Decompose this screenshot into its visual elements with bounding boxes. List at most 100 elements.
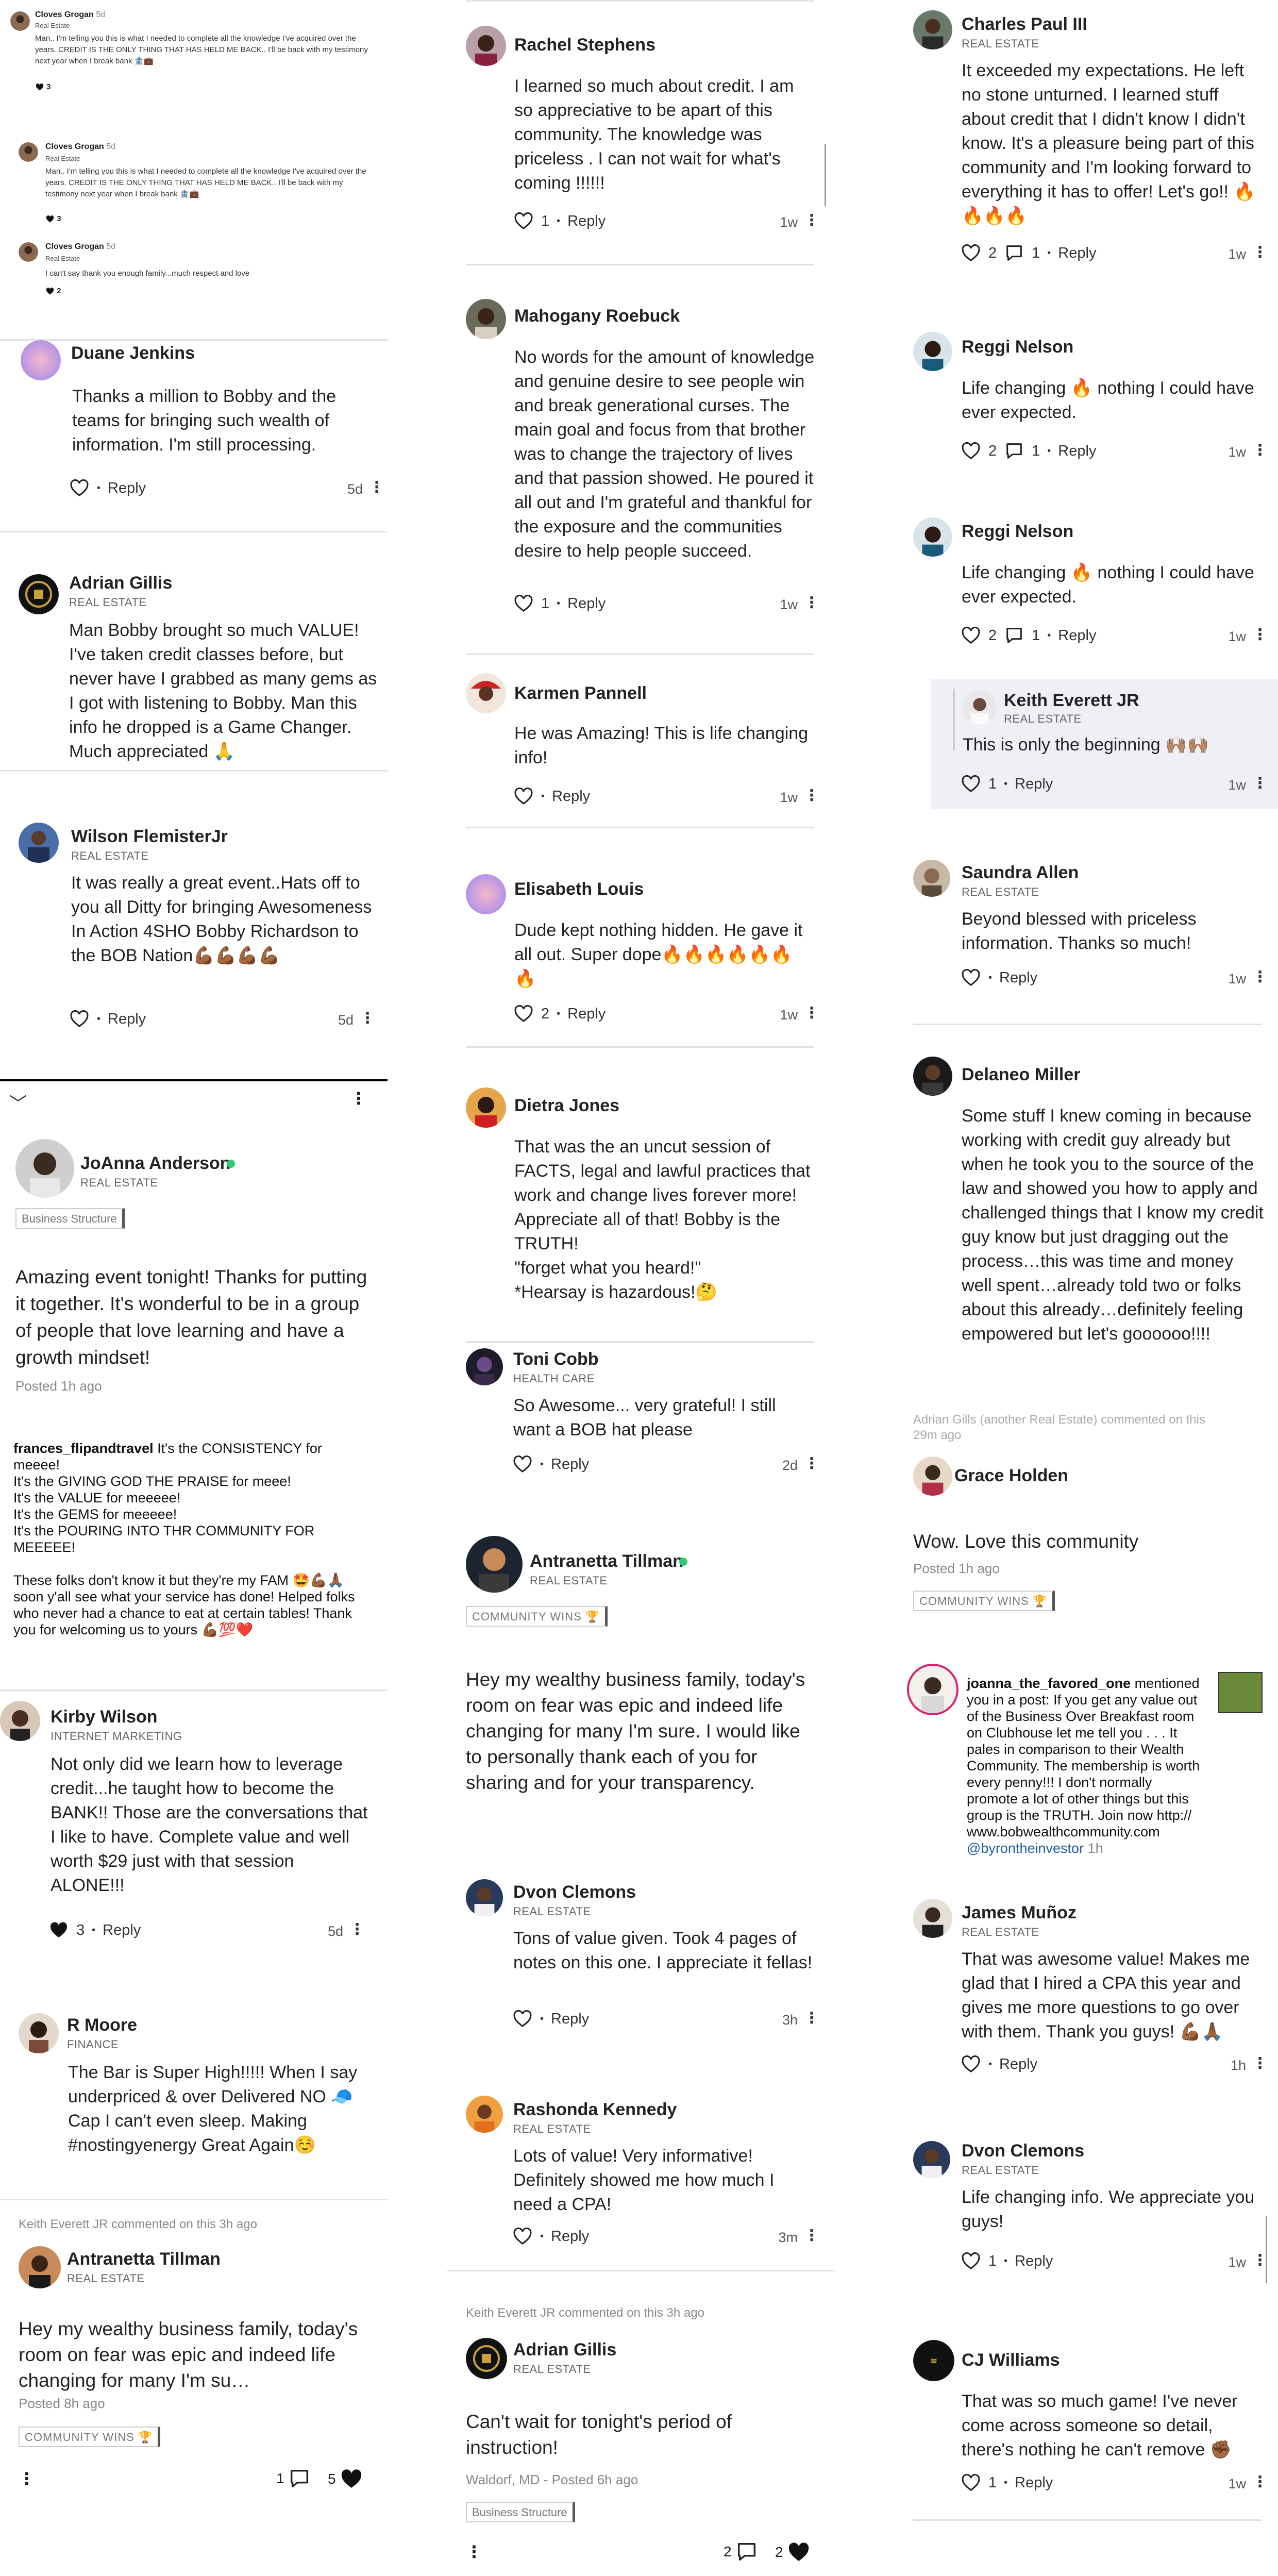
comment-count[interactable]: 1 [276, 2467, 311, 2490]
avatar[interactable]: ≋ [913, 2340, 954, 2381]
commenter-name[interactable]: Rashonda Kennedy [513, 2100, 677, 2120]
author-name[interactable]: Antranetta Tillman [530, 1551, 683, 1571]
heart-filled-icon[interactable] [339, 2467, 364, 2491]
topic-tag[interactable]: COMMUNITY WINS 🏆 [19, 2427, 161, 2447]
reply-button[interactable]: Reply [551, 2228, 589, 2245]
heart-outline-icon[interactable] [961, 625, 981, 646]
avatar[interactable] [466, 26, 506, 66]
kebab-icon[interactable]: ⋮ [1252, 967, 1268, 988]
scrollbar[interactable] [1266, 2216, 1267, 2283]
scrollbar[interactable] [825, 144, 826, 206]
kebab-icon[interactable]: ⋮ [360, 1008, 375, 1029]
reply-button[interactable]: Reply [567, 213, 606, 230]
post-thumbnail[interactable] [1218, 1672, 1263, 1713]
avatar[interactable] [21, 340, 61, 380]
avatar[interactable] [913, 2141, 950, 2178]
commenter-name[interactable]: Dvon Clemons [513, 1882, 636, 1902]
commenter-name[interactable]: Duane Jenkins [71, 343, 195, 363]
kebab-icon[interactable]: ⋮ [804, 1003, 819, 1024]
heart-outline-icon[interactable] [961, 243, 981, 263]
commenter-name[interactable]: Keith Everett JR [1004, 691, 1139, 711]
commenter-name[interactable]: Dvon Clemons [962, 2141, 1084, 2161]
avatar[interactable] [466, 1348, 503, 1385]
commenter-name[interactable]: Wilson FlemisterJr [71, 827, 228, 847]
avatar[interactable] [19, 2013, 59, 2053]
commenter-name[interactable]: Kirby Wilson [51, 1707, 158, 1727]
reply-button[interactable]: Reply [108, 1011, 146, 1028]
heart-outline-icon[interactable] [513, 211, 534, 231]
commenter-name[interactable]: Cloves Grogan 5d [45, 142, 115, 152]
heart-filled-icon[interactable] [35, 82, 44, 92]
commenter-name[interactable]: Reggi Nelson [962, 337, 1073, 357]
kebab-icon[interactable]: ⋮ [1252, 2472, 1268, 2493]
avatar[interactable] [19, 242, 38, 262]
kebab-icon[interactable]: ⋮ [350, 1089, 367, 1108]
heart-outline-icon[interactable] [513, 786, 534, 807]
heart-outline-icon[interactable] [69, 478, 90, 498]
author-name[interactable]: Grace Holden [954, 1466, 1068, 1486]
avatar[interactable] [466, 1879, 503, 1916]
avatar[interactable] [466, 1088, 506, 1128]
heart-outline-icon[interactable] [961, 2054, 981, 2075]
comment-icon[interactable] [288, 2467, 311, 2490]
heart-outline-icon[interactable] [961, 774, 981, 794]
heart-outline-icon[interactable] [961, 441, 981, 461]
heart-outline-icon[interactable] [961, 967, 981, 988]
like-count[interactable]: 5 [328, 2467, 364, 2491]
kebab-icon[interactable]: ⋮ [804, 2008, 819, 2029]
reply-button[interactable]: Reply [1015, 2474, 1053, 2491]
avatar[interactable] [913, 860, 950, 897]
reply-button[interactable]: Reply [999, 2056, 1037, 2073]
heart-outline-icon[interactable] [512, 2226, 533, 2247]
comment-count[interactable]: 2 [724, 2540, 759, 2564]
topic-tag[interactable]: Business Structure [15, 1208, 125, 1229]
reply-button[interactable]: Reply [551, 1456, 589, 1473]
reply-button[interactable]: Reply [1058, 443, 1096, 460]
like-count[interactable]: 3 [45, 214, 61, 224]
commenter-name[interactable]: Saundra Allen [962, 863, 1079, 883]
kebab-icon[interactable]: ⋮ [1252, 2053, 1268, 2074]
avatar[interactable] [466, 874, 506, 914]
heart-filled-icon[interactable] [45, 287, 55, 296]
chevron-down-icon[interactable]: ﹀ [9, 1090, 27, 1115]
commenter-name[interactable]: Elisabeth Louis [514, 879, 644, 899]
author-name[interactable]: Antranetta Tillman [67, 2249, 221, 2269]
commenter-name[interactable]: Cloves Grogan 5d [35, 10, 105, 20]
reply-button[interactable]: Reply [1058, 627, 1096, 644]
avatar[interactable] [15, 1139, 74, 1198]
heart-outline-icon[interactable] [513, 1003, 534, 1024]
kebab-icon[interactable]: ⋮ [1252, 625, 1268, 645]
commenter-name[interactable]: R Moore [67, 2015, 137, 2035]
avatar[interactable] [10, 11, 30, 31]
reply-button[interactable]: Reply [108, 480, 146, 497]
avatar[interactable] [466, 1536, 523, 1593]
topic-tag[interactable]: Business Structure [466, 2502, 575, 2522]
kebab-icon[interactable]: ⋮ [804, 2226, 819, 2246]
avatar[interactable] [466, 2096, 503, 2133]
avatar[interactable] [466, 2338, 507, 2379]
heart-outline-icon[interactable] [512, 2009, 533, 2029]
commenter-name[interactable]: James Muñoz [962, 1903, 1077, 1923]
author-name[interactable]: JoAnna Anderson [80, 1153, 231, 1174]
heart-outline-icon[interactable] [961, 2251, 981, 2271]
avatar[interactable] [913, 1057, 952, 1096]
reply-button[interactable]: Reply [552, 788, 590, 805]
avatar[interactable] [913, 1457, 952, 1496]
instagram-username[interactable]: joanna_the_favored_one [967, 1676, 1131, 1691]
commenter-name[interactable]: Cloves Grogan 5d [45, 242, 115, 252]
kebab-icon[interactable]: ⋮ [349, 1919, 365, 1940]
reply-button[interactable]: Reply [1058, 245, 1096, 262]
comment-icon[interactable] [1004, 243, 1024, 263]
commenter-name[interactable]: Adrian Gillis [69, 573, 172, 593]
kebab-icon[interactable]: ⋮ [1252, 773, 1268, 794]
heart-filled-icon[interactable] [45, 214, 55, 224]
commenter-name[interactable]: Karmen Pannell [514, 683, 647, 704]
like-count[interactable]: 3 [35, 82, 51, 92]
commenter-name[interactable]: Charles Paul III [962, 14, 1087, 35]
kebab-icon[interactable]: ⋮ [804, 593, 819, 613]
comment-icon[interactable] [1004, 625, 1024, 646]
kebab-icon[interactable]: ⋮ [804, 785, 819, 806]
author-name[interactable]: Adrian Gillis [513, 2340, 616, 2360]
reply-button[interactable]: Reply [1015, 776, 1053, 793]
topic-tag[interactable]: COMMUNITY WINS 🏆 [913, 1591, 1055, 1611]
